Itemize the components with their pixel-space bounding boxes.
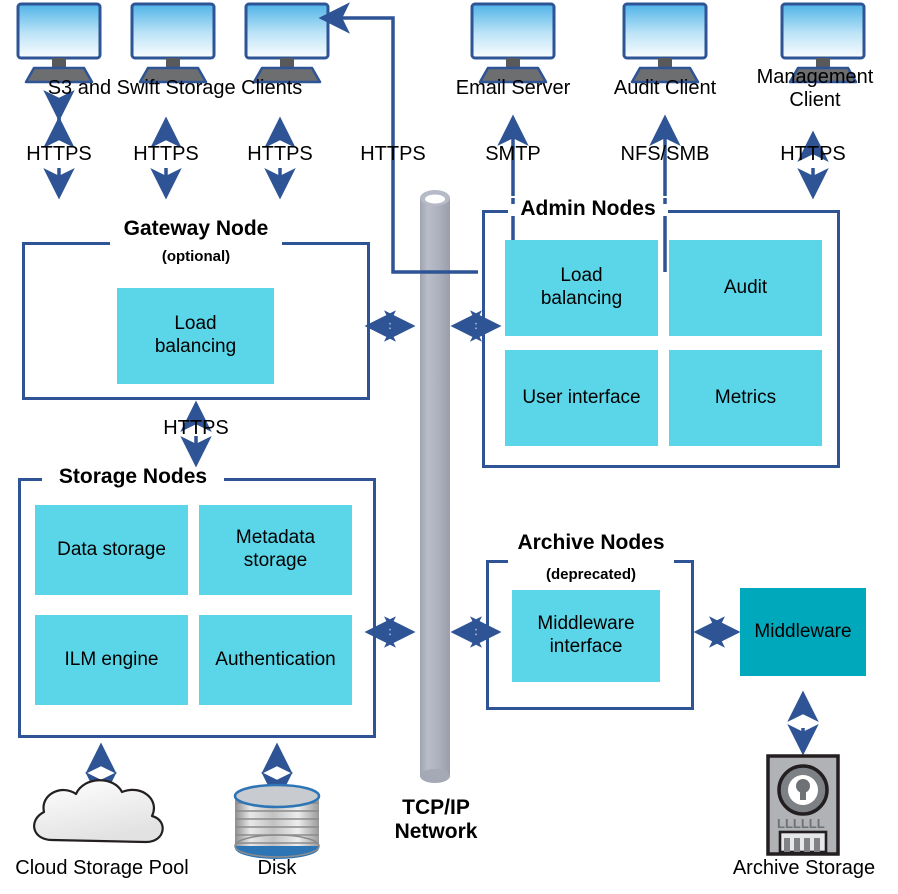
monitor-icon-s3-client-2 [130, 2, 216, 84]
monitor-icon-s3-client-3 [244, 2, 330, 84]
gateway-title-mask [110, 236, 282, 248]
svg-text:LLLLLL: LLLLLL [777, 816, 825, 831]
storage-service-data-storage[interactable]: Data storage [35, 505, 188, 595]
cloud-storage-pool-icon [33, 779, 164, 844]
tcpip-network-cylinder [420, 190, 450, 783]
monitor-icon-s3-client-1 [16, 2, 102, 84]
monitor-icon-email-server [470, 2, 556, 84]
disk-icon [233, 783, 321, 859]
middleware-box[interactable]: Middleware [740, 588, 866, 676]
admin-service-load-balancing[interactable]: Load balancing [505, 240, 658, 336]
admin-title-mask [508, 204, 668, 216]
storage-service-ilm-engine[interactable]: ILM engine [35, 615, 188, 705]
archive-storage-icon: LLLLLL [766, 754, 840, 856]
admin-service-metrics[interactable]: Metrics [669, 350, 822, 446]
admin-service-audit[interactable]: Audit [669, 240, 822, 336]
architecture-diagram: LLLLLL Gateway Node (optional) Admin Nod… [0, 0, 898, 894]
gateway-service-load-balancing[interactable]: Load balancing [117, 288, 274, 384]
archive-title-mask [508, 554, 674, 566]
storage-title-mask [42, 472, 224, 484]
archive-service-middleware-interface[interactable]: Middleware interface [512, 590, 660, 682]
monitor-icon-audit-client [622, 2, 708, 84]
storage-service-authentication[interactable]: Authentication [199, 615, 352, 705]
monitor-icon-management-client [780, 2, 866, 84]
storage-service-metadata-storage[interactable]: Metadata storage [199, 505, 352, 595]
admin-service-user-interface[interactable]: User interface [505, 350, 658, 446]
